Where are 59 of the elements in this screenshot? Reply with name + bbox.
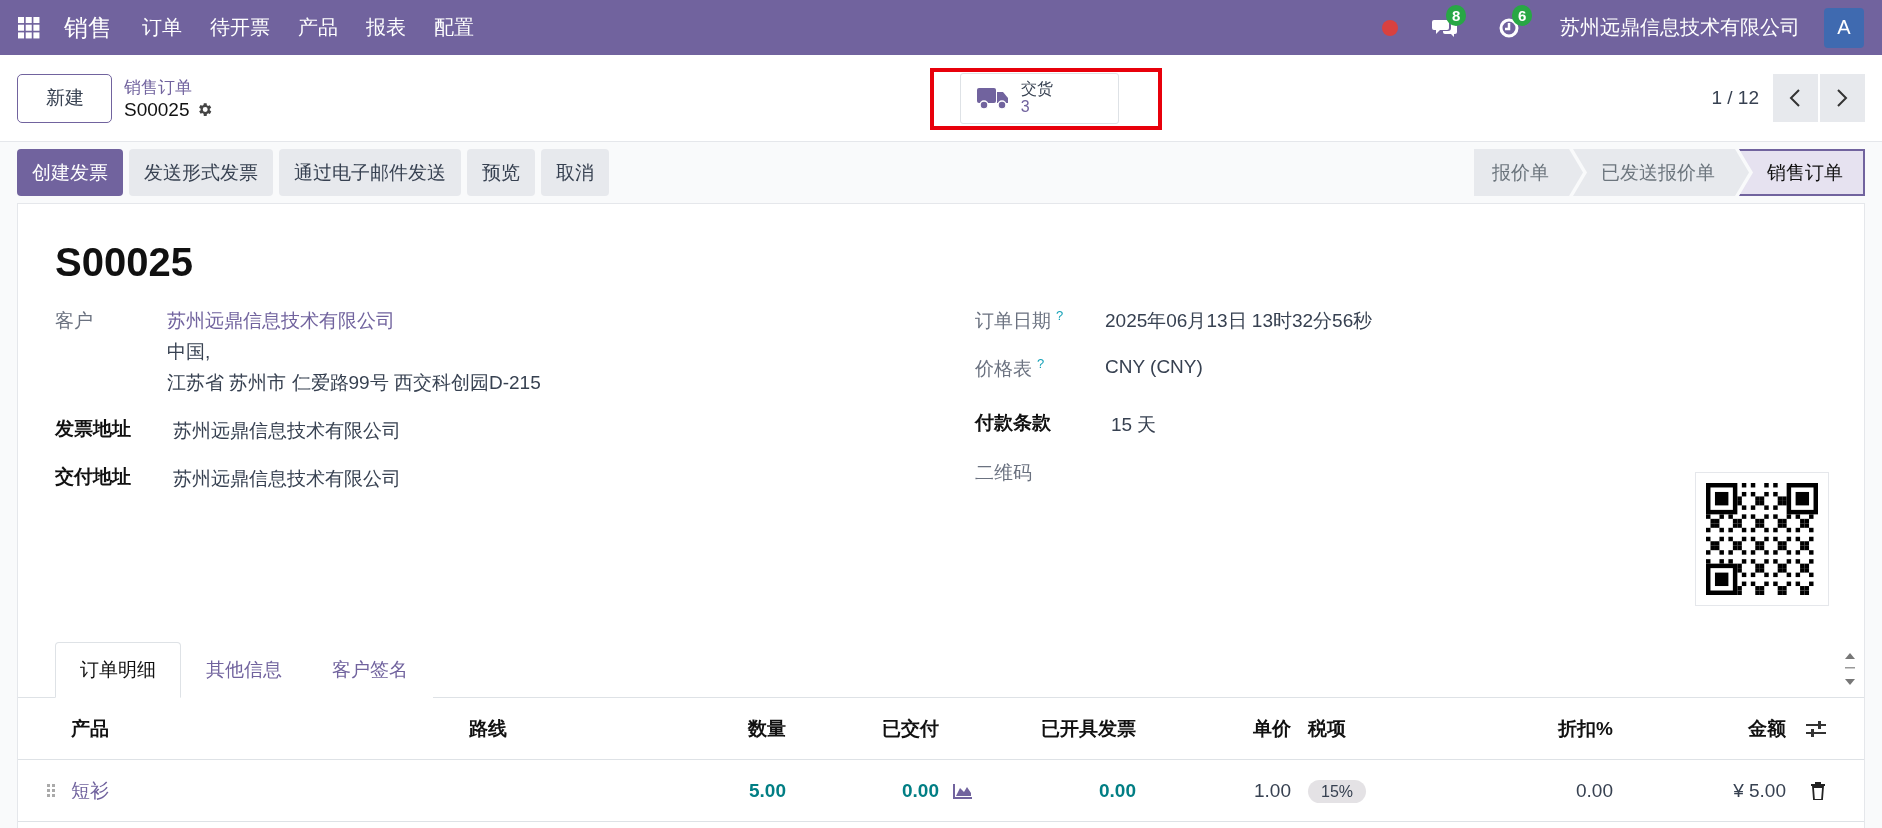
field-label: 发票地址 [55, 417, 132, 441]
company-name[interactable]: 苏州远鼎信息技术有限公司 [1560, 14, 1800, 41]
menu-item[interactable]: 报表 [366, 14, 406, 41]
field-value: 中国, [167, 340, 212, 364]
record-name: S00025 [124, 98, 190, 121]
tax-tag: 15% [1308, 779, 1367, 803]
customer-link[interactable]: 苏州远鼎信息技术有限公司 [167, 308, 541, 334]
order-title: S00025 [55, 242, 194, 282]
help-tooltip-mark[interactable]: ? [1056, 308, 1064, 334]
notebook-tab[interactable]: 订单明细 [55, 642, 181, 698]
column-header[interactable]: 折扣% [1558, 715, 1613, 742]
unit-price-cell: 1.00 [1254, 779, 1291, 802]
column-header[interactable]: 金额 [1748, 715, 1786, 742]
action-button[interactable]: 创建发票 [17, 149, 123, 196]
status-stage[interactable]: 报价单 [1474, 149, 1583, 196]
breadcrumb-link[interactable]: 销售订单 [124, 75, 213, 99]
field-label: 价格表 [975, 357, 1032, 381]
activity-count-badge: 6 [1512, 4, 1533, 26]
quantity-cell: 5.00 [749, 779, 786, 802]
amount-cell: ¥ 5.00 [1733, 779, 1786, 802]
product-cell[interactable]: 短衫 [71, 777, 109, 804]
app-name[interactable]: 销售 [64, 11, 112, 44]
delivered-cell: 0.00 [902, 779, 939, 802]
column-header[interactable]: 已交付 [882, 715, 939, 742]
field-value: 15 天 [1111, 413, 1157, 437]
field-label: 二维码 [975, 461, 1032, 485]
field-label: 客户 [55, 309, 94, 333]
menu-item[interactable]: 配置 [434, 14, 474, 41]
column-header[interactable]: 单价 [1253, 715, 1291, 742]
field-value: 2025年06月13日 13时32分56秒 [1105, 309, 1373, 333]
message-count-badge: 8 [1446, 4, 1467, 26]
column-header[interactable]: 路线 [469, 715, 507, 742]
action-button[interactable]: 发送形式发票 [129, 149, 273, 196]
column-header[interactable]: 产品 [71, 715, 109, 742]
menu-item[interactable]: 产品 [298, 14, 338, 41]
user-avatar[interactable]: A [1824, 7, 1864, 48]
field-value: 江苏省 苏州市 仁爱路99号 西交科创园D-215 [167, 371, 541, 395]
field-label: 交付地址 [55, 465, 132, 489]
action-button[interactable]: 预览 [467, 149, 535, 196]
menu-item[interactable]: 待开票 [210, 14, 270, 41]
status-stage[interactable]: 已发送报价单 [1573, 149, 1749, 196]
status-stage[interactable]: 销售订单 [1739, 149, 1865, 196]
column-header[interactable]: 已开具发票 [1041, 715, 1136, 742]
invoiced-cell: 0.00 [1099, 779, 1136, 802]
column-header[interactable]: 税项 [1308, 715, 1346, 742]
menu-item[interactable]: 订单 [142, 14, 182, 41]
help-tooltip-mark[interactable]: ? [1037, 356, 1045, 382]
column-header[interactable]: 数量 [748, 715, 786, 742]
delivery-smart-button[interactable]: 交货 3 [959, 72, 1119, 124]
new-button[interactable]: 新建 [17, 73, 112, 123]
field-value: CNY (CNY) [1105, 356, 1203, 379]
field-label: 付款条款 [975, 411, 1051, 435]
action-button[interactable]: 通过电子邮件发送 [279, 149, 461, 196]
action-button[interactable]: 取消 [541, 149, 609, 196]
field-value: 苏州远鼎信息技术有限公司 [173, 467, 401, 491]
discount-cell: 0.00 [1576, 779, 1613, 802]
pager-counter: 1 / 12 [1711, 87, 1759, 109]
field-label: 订单日期 [975, 309, 1051, 333]
field-value: 苏州远鼎信息技术有限公司 [173, 419, 401, 443]
